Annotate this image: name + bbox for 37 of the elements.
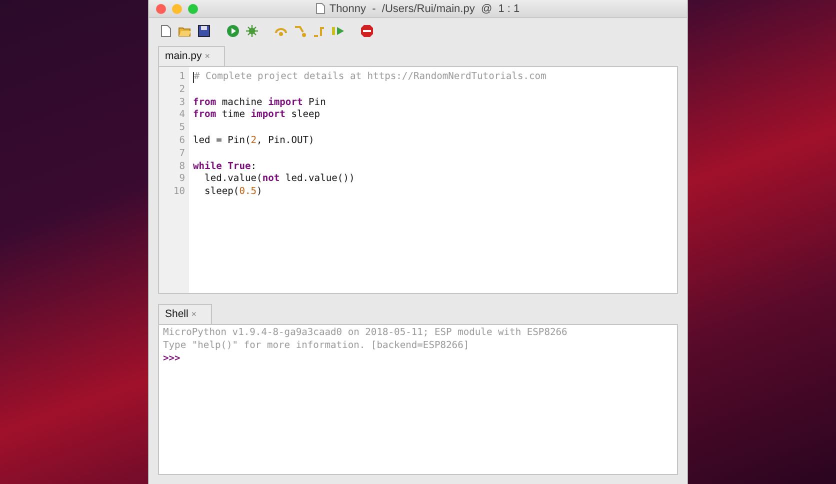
- line-number: 9: [178, 173, 185, 186]
- line-number: 7: [178, 148, 185, 161]
- step-out-icon[interactable]: [312, 24, 326, 38]
- code-line: led = Pin(2, Pin.OUT): [193, 134, 314, 148]
- shell-tab[interactable]: Shell ×: [158, 304, 212, 324]
- code-line: sleep(0.5): [204, 186, 262, 199]
- play-circle-icon[interactable]: [226, 24, 240, 38]
- bug-icon[interactable]: [245, 24, 259, 38]
- new-file-icon[interactable]: [159, 24, 173, 38]
- line-number: 6: [178, 134, 185, 148]
- close-window-button[interactable]: [156, 4, 166, 14]
- line-number: 10: [172, 186, 185, 199]
- step-into-icon[interactable]: [293, 24, 307, 38]
- resume-icon[interactable]: [331, 24, 345, 38]
- line-number: 3: [178, 96, 185, 110]
- text-cursor: [193, 72, 194, 83]
- minimize-window-button[interactable]: [172, 4, 182, 14]
- document-icon: [316, 3, 326, 14]
- shell-panel[interactable]: MicroPython v1.9.4-8-ga9a3caad0 on 2018-05-11; ESP module with ESP8266 Type "help()" for more information. [backend=ESP8266] >>>: [158, 325, 678, 475]
- zoom-window-button[interactable]: [188, 4, 198, 14]
- shell-output: Type "help()" for more information. [backend=ESP8266]: [163, 340, 470, 351]
- stop-sign-icon[interactable]: [360, 24, 374, 38]
- code-editor[interactable]: [158, 67, 678, 294]
- shell-output: MicroPython v1.9.4-8-ga9a3caad0 on 2018-05-11; ESP module with ESP8266: [163, 327, 568, 338]
- editor-tab[interactable]: main.py ×: [158, 46, 225, 66]
- line-number: 5: [178, 122, 185, 135]
- line-number: 2: [178, 84, 185, 97]
- code-line: from time import sleep: [193, 109, 320, 122]
- line-number: 1: [178, 71, 185, 84]
- code-line: # Complete project details at https://RandomNerdTutorials.com: [194, 71, 546, 84]
- code-line: while True:: [193, 160, 257, 174]
- shell-prompt: >>>: [163, 352, 180, 364]
- line-number: 8: [178, 160, 185, 174]
- code-line: from machine import Pin: [193, 96, 326, 109]
- line-number: 4: [178, 109, 185, 122]
- window-title: Thonny - /Users/Rui/main.py @ 1 : 1: [329, 2, 520, 14]
- code-line: led.value(not led.value()): [204, 173, 355, 186]
